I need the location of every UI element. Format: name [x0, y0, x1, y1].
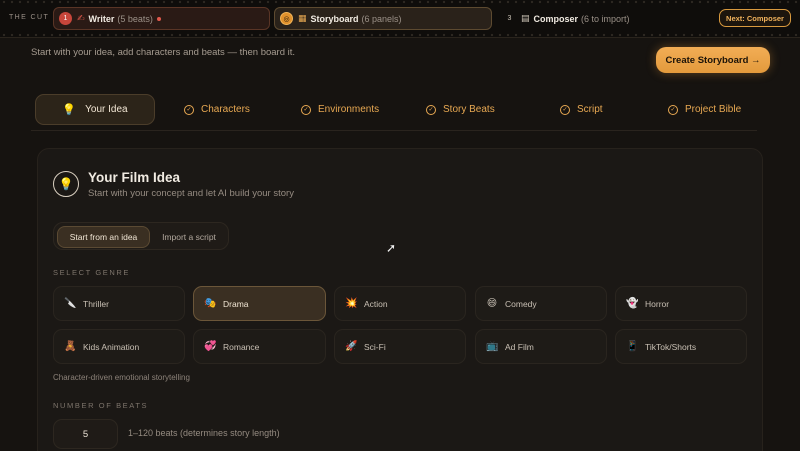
step-label: Writer — [88, 13, 115, 24]
genre-kids-animation[interactable]: 🧸 Kids Animation — [53, 329, 185, 364]
active-dot-icon — [156, 16, 161, 21]
step-number-badge: 1 — [59, 12, 72, 25]
tabs-divider — [31, 130, 757, 131]
genre-sci-fi[interactable]: 🚀 Sci-Fi — [334, 329, 466, 364]
genre-ad-film[interactable]: 📺 Ad Film — [475, 329, 607, 364]
mouse-cursor-icon: ➚ — [386, 241, 397, 255]
explosion-icon: 💥 — [345, 298, 358, 309]
import-script-button[interactable]: Import a script — [152, 226, 226, 248]
check-circle-icon: ✓ — [426, 104, 436, 115]
tab-label: Story Beats — [443, 104, 495, 115]
grid-icon: ▦ — [298, 13, 307, 23]
genre-label: Thriller — [83, 298, 109, 309]
tab-label: Characters — [201, 104, 250, 115]
tab-label: Script — [577, 104, 603, 115]
beats-hint: 1–120 beats (determines story length) — [128, 428, 280, 438]
tab-project-bible[interactable]: ✓ Project Bible — [668, 94, 741, 125]
step-count: (5 beats) — [117, 13, 153, 24]
tab-your-idea[interactable]: 💡 Your Idea — [35, 94, 155, 125]
genre-drama[interactable]: 🎭 Drama — [193, 286, 326, 321]
genre-horror[interactable]: 👻 Horror — [615, 286, 747, 321]
genre-label: TikTok/Shorts — [645, 341, 697, 352]
writer-pen-icon: ✍ — [77, 13, 85, 23]
genre-description: Character-driven emotional storytelling — [53, 373, 190, 382]
genre-label: Sci-Fi — [364, 341, 386, 352]
pipeline-step-writer[interactable]: 1 ✍ Writer (5 beats) — [53, 7, 270, 30]
teddy-bear-icon: 🧸 — [64, 341, 77, 352]
tab-characters[interactable]: ✓ Characters — [184, 94, 250, 125]
genre-comedy[interactable]: 😄 Comedy — [475, 286, 607, 321]
genre-section-label: SELECT GENRE — [53, 268, 130, 277]
check-circle-icon: ✓ — [301, 104, 311, 115]
step-status-icon: ◎ — [280, 12, 293, 25]
genre-action[interactable]: 💥 Action — [334, 286, 466, 321]
genre-label: Horror — [645, 298, 670, 309]
genre-tiktok-shorts[interactable]: 📱 TikTok/Shorts — [615, 329, 747, 364]
knife-icon: 🔪 — [64, 298, 77, 309]
pipeline-bar: THE CUT 1 ✍ Writer (5 beats) ◎ ▦ Storybo… — [0, 0, 800, 38]
step-count: (6 to import) — [581, 13, 630, 24]
lightbulb-icon: 💡 — [53, 171, 79, 197]
tab-story-beats[interactable]: ✓ Story Beats — [426, 94, 495, 125]
tab-label: Environments — [318, 104, 380, 115]
pipeline-step-composer[interactable]: 3 ▤ Composer (6 to import) — [498, 7, 698, 30]
tab-environments[interactable]: ✓ Environments — [301, 94, 379, 125]
check-circle-icon: ✓ — [184, 104, 194, 115]
card-subtitle: Start with your concept and let AI build… — [88, 188, 294, 199]
writer-tabs: 💡 Your Idea ✓ Characters ✓ Environments … — [31, 92, 757, 128]
pipeline-step-storyboard[interactable]: ◎ ▦ Storyboard (6 panels) — [274, 7, 492, 30]
genre-label: Comedy — [505, 298, 537, 309]
step-label: Storyboard — [310, 13, 359, 24]
tv-icon: 📺 — [486, 341, 499, 352]
genre-label: Romance — [223, 341, 260, 352]
card-title: Your Film Idea — [88, 170, 181, 185]
start-from-idea-button[interactable]: Start from an idea — [57, 226, 150, 248]
source-toggle: Start from an idea Import a script — [53, 222, 229, 250]
genre-label: Ad Film — [505, 341, 534, 352]
lightbulb-icon: 💡 — [62, 104, 77, 116]
brand-label: THE CUT — [9, 14, 50, 21]
phone-icon: 📱 — [626, 341, 639, 352]
genre-romance[interactable]: 💞 Romance — [193, 329, 326, 364]
genre-label: Drama — [223, 298, 249, 309]
tab-label: Your Idea — [85, 104, 128, 115]
step-count: (6 panels) — [361, 13, 402, 24]
create-storyboard-button[interactable]: Create Storyboard → — [656, 47, 770, 73]
rocket-icon: 🚀 — [345, 341, 358, 352]
beats-count-input[interactable]: 5 — [53, 419, 118, 449]
film-perforation-top — [0, 0, 800, 4]
check-circle-icon: ✓ — [668, 104, 678, 115]
next-composer-button[interactable]: Next: Composer — [719, 9, 791, 27]
hearts-icon: 💞 — [204, 341, 217, 352]
smile-icon: 😄 — [486, 298, 498, 309]
check-circle-icon: ✓ — [560, 104, 570, 115]
step-label: Composer — [533, 13, 579, 24]
genre-label: Action — [364, 298, 388, 309]
film-icon: ▤ — [521, 13, 530, 23]
tab-script[interactable]: ✓ Script — [560, 94, 603, 125]
genre-thriller[interactable]: 🔪 Thriller — [53, 286, 185, 321]
theater-masks-icon: 🎭 — [204, 298, 217, 309]
ghost-icon: 👻 — [626, 298, 639, 309]
intro-text: Start with your idea, add characters and… — [31, 47, 296, 58]
beats-section-label: NUMBER OF BEATS — [53, 401, 149, 410]
genre-label: Kids Animation — [83, 341, 140, 352]
tab-label: Project Bible — [685, 104, 742, 115]
film-perforation-bottom — [0, 33, 800, 37]
step-number-badge: 3 — [507, 15, 512, 22]
